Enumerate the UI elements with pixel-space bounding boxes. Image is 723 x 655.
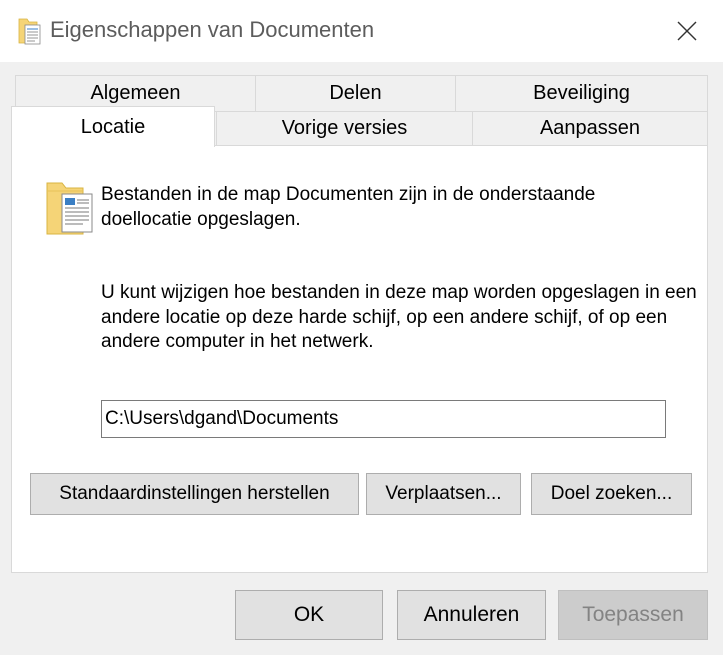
location-tab-panel: Bestanden in de map Documenten zijn in d… — [11, 145, 708, 573]
close-icon — [677, 21, 697, 41]
ok-button[interactable]: OK — [235, 590, 383, 640]
move-button[interactable]: Verplaatsen... — [366, 473, 521, 515]
folder-document-icon — [46, 182, 93, 235]
target-path-input[interactable] — [101, 400, 666, 438]
tab-beveiliging[interactable]: Beveiliging — [455, 75, 708, 112]
cancel-button[interactable]: Annuleren — [397, 590, 546, 640]
folder-document-icon — [18, 18, 41, 45]
tab-vorige-versies[interactable]: Vorige versies — [216, 111, 473, 146]
location-description: Bestanden in de map Documenten zijn in d… — [101, 184, 596, 230]
window-title: Eigenschappen van Documenten — [50, 17, 375, 42]
location-info: U kunt wijzigen hoe bestanden in deze ma… — [101, 282, 697, 352]
close-button[interactable] — [651, 0, 723, 62]
tab-aanpassen[interactable]: Aanpassen — [472, 111, 708, 146]
title-bar: Eigenschappen van Documenten — [0, 0, 723, 62]
tab-delen[interactable]: Delen — [255, 75, 456, 112]
tab-locatie[interactable]: Locatie — [11, 106, 215, 147]
restore-default-button[interactable]: Standaardinstellingen herstellen — [30, 473, 359, 515]
apply-button[interactable]: Toepassen — [558, 590, 708, 640]
find-target-button[interactable]: Doel zoeken... — [531, 473, 692, 515]
